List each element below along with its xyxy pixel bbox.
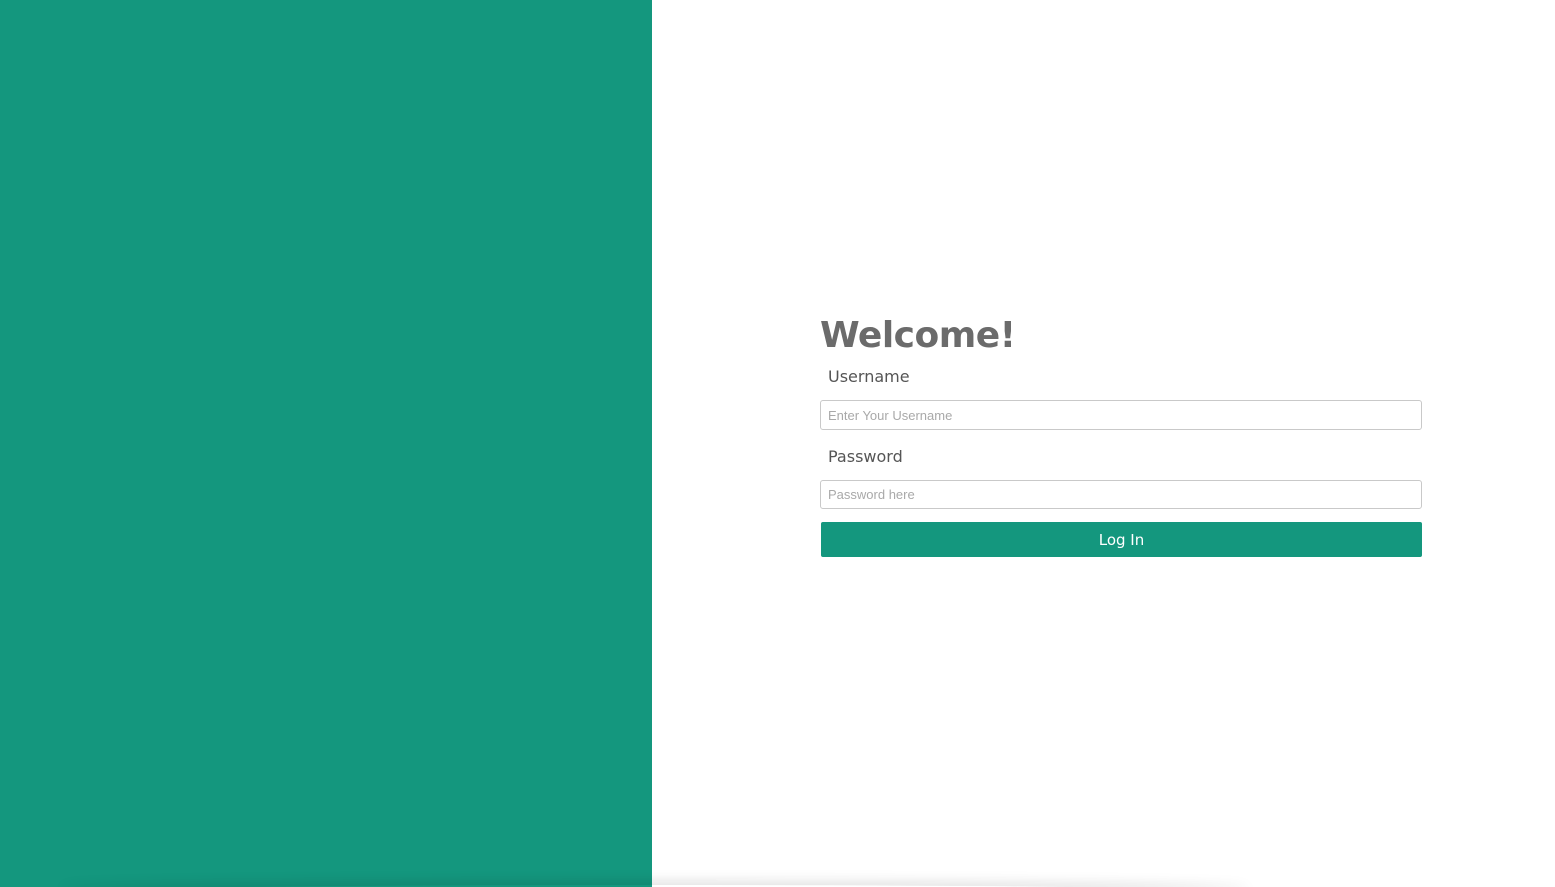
password-label: Password <box>828 447 903 466</box>
log-in-button[interactable]: Log In <box>821 522 1422 557</box>
username-label: Username <box>828 367 910 386</box>
password-input[interactable] <box>820 480 1422 509</box>
login-form: Welcome! Username Password Log In <box>820 314 1422 557</box>
brand-color-panel <box>0 0 652 887</box>
welcome-heading: Welcome! <box>820 315 1016 356</box>
username-input[interactable] <box>820 400 1422 430</box>
login-panel: Welcome! Username Password Log In <box>652 0 1555 887</box>
login-page: Welcome! Username Password Log In <box>0 0 1555 887</box>
